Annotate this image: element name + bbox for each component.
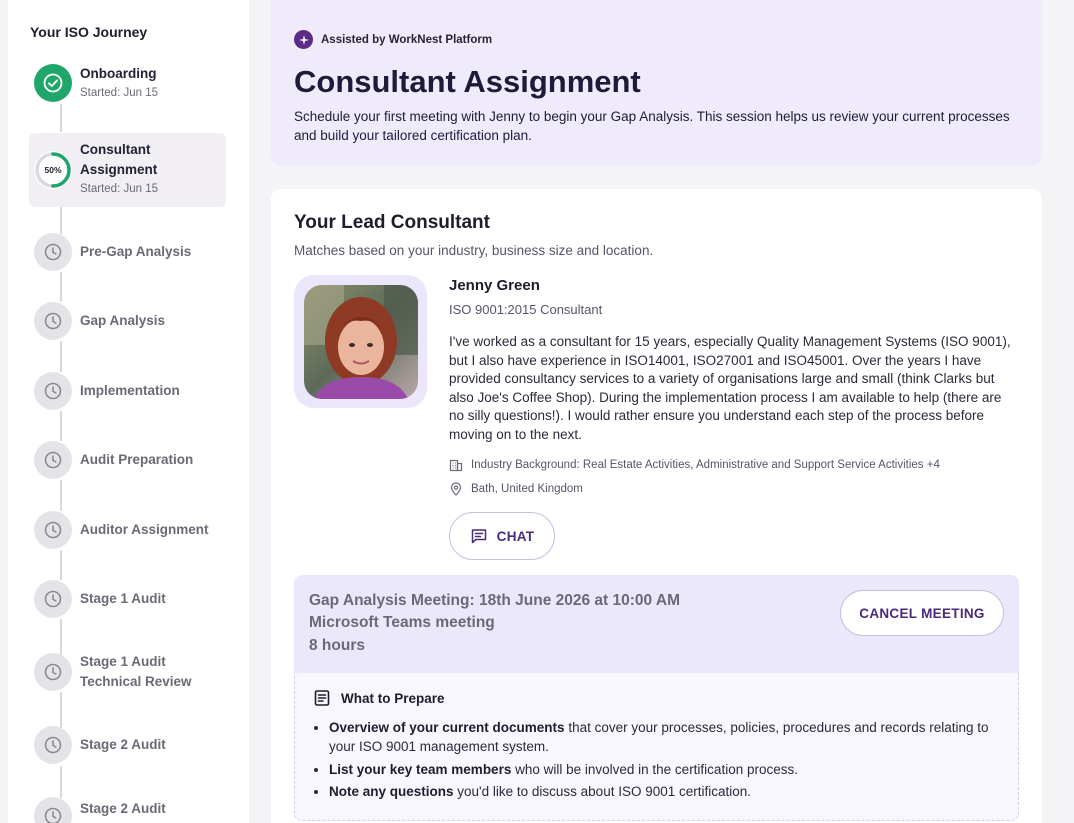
meeting-duration: 8 hours [309,637,365,654]
prepare-item-bold: Overview of your current documents [329,720,565,735]
journey-step-gap-analysis[interactable]: Gap Analysis [29,302,226,342]
journey-step-stage-1-audit[interactable]: Stage 1 Audit [29,580,226,620]
step-status-node [34,64,72,102]
consultant-location: Bath, United Kingdom [449,482,583,496]
building-icon [449,459,463,472]
step-connector [60,411,62,441]
step-status-node [34,441,72,479]
page-description: Schedule your first meeting with Jenny t… [294,109,1010,143]
prepare-item: Note any questions you'd like to discuss… [329,782,989,801]
clock-icon [44,451,62,469]
clock-icon [44,312,62,330]
consultant-avatar [303,284,418,399]
consultant-photo-frame [294,275,427,408]
step-label: Stage 2 Audit [80,801,166,816]
page-banner: Assisted by WorkNest Platform Consultant… [271,0,1042,166]
chat-icon [471,529,486,544]
step-label: Audit Preparation [80,452,194,467]
consultant-name: Jenny Green [449,277,540,294]
journey-sidebar: Your ISO Journey Onboarding Started: Jun… [8,0,249,823]
step-status-node [34,726,72,764]
check-icon [43,73,63,93]
step-label: Pre-Gap Analysis [80,244,192,259]
what-to-prepare-panel: What to Prepare Overview of your current… [294,673,1019,821]
clock-icon [44,736,62,754]
assisted-by-label: Assisted by WorkNest Platform [321,33,493,46]
step-status-node [34,797,72,823]
step-progress-text: 50% [44,165,62,175]
prepare-item-bold: List your key team members [329,761,512,777]
journey-step-stage-2-audit[interactable]: Stage 2 Audit [29,726,226,766]
cancel-meeting-button[interactable]: CANCEL MEETING [840,590,1004,636]
step-connector [60,104,62,132]
journey-step-consultant-assignment[interactable]: 50% Consultant Assignment Started: Jun 1… [29,133,226,207]
journey-step-pre-gap-analysis[interactable]: Pre-Gap Analysis [29,233,226,273]
step-label: Implementation [80,383,180,398]
prepare-item-bold: Note any questions [329,784,454,799]
consultant-role: ISO 9001:2015 Consultant [449,302,603,317]
clock-icon [44,243,62,261]
sidebar-title: Your ISO Journey [30,24,148,40]
journey-step-onboarding[interactable]: Onboarding Started: Jun 15 [29,62,226,106]
clock-icon [44,807,62,823]
step-progress-ring: 50% [34,151,72,189]
lead-consultant-card: Your Lead Consultant Matches based on yo… [271,189,1042,823]
industry-text: Industry Background: Real Estate Activit… [471,459,940,471]
document-icon [314,690,330,706]
chat-label: CHAT [496,528,535,544]
prepare-item: Overview of your current documents that … [329,718,989,756]
step-label: Consultant Assignment [80,142,158,177]
step-status-node [34,653,72,691]
journey-step-stage-1-technical-review[interactable]: Stage 1 Audit Technical Review [29,653,226,693]
step-status-node [34,580,72,618]
clock-icon [44,382,62,400]
clock-icon [44,663,62,681]
step-label: Gap Analysis [80,313,166,328]
step-connector [60,272,62,302]
journey-step-audit-preparation[interactable]: Audit Preparation [29,441,226,481]
prepare-heading-text: What to Prepare [341,690,445,706]
scheduled-meeting-panel: Gap Analysis Meeting: 18th June 2026 at … [294,575,1019,673]
journey-step-stage-2-audit-next[interactable]: Stage 2 Audit [29,797,226,823]
clock-icon [44,590,62,608]
step-connector [60,341,62,372]
step-start-date: Started: Jun 15 [80,183,158,195]
step-status-node [34,302,72,340]
prepare-item-text: you'd like to discuss about ISO 9001 cer… [453,784,752,799]
meeting-platform: Microsoft Teams meeting [309,614,495,631]
step-connector [60,619,62,655]
step-connector [60,692,62,728]
clock-icon [44,521,62,539]
industry-background: Industry Background: Real Estate Activit… [449,458,940,472]
prepare-item: List your key team members who will be i… [329,760,989,779]
chat-button[interactable]: CHAT [449,512,555,560]
journey-step-implementation[interactable]: Implementation [29,372,226,412]
page-title: Consultant Assignment [294,64,641,99]
step-status-node [34,233,72,271]
step-status-node [34,372,72,410]
step-start-date: Started: Jun 15 [80,87,158,99]
meeting-datetime: Gap Analysis Meeting: 18th June 2026 at … [309,592,680,609]
prepare-item-text: who will be involved in the certificatio… [511,761,798,777]
step-status-node [34,511,72,549]
sparkle-icon [294,30,313,49]
step-connector [60,766,62,798]
step-label: Onboarding [80,66,157,81]
location-text: Bath, United Kingdom [471,483,583,495]
step-label: Stage 2 Audit [80,737,166,752]
card-subtitle: Matches based on your industry, business… [294,243,654,258]
assisted-by-badge: Assisted by WorkNest Platform [294,30,492,49]
step-connector [60,550,62,580]
step-label: Stage 1 Audit [80,591,166,606]
location-pin-icon [450,482,462,496]
step-label: Auditor Assignment [80,522,209,537]
consultant-bio: I've worked as a consultant for 15 years… [449,334,1011,442]
step-label: Stage 1 Audit Technical Review [80,654,192,689]
prepare-heading: What to Prepare [313,689,445,707]
prepare-list: Overview of your current documents that … [329,718,989,805]
card-title: Your Lead Consultant [294,212,490,233]
step-connector [60,480,62,511]
journey-step-auditor-assignment[interactable]: Auditor Assignment [29,511,226,551]
